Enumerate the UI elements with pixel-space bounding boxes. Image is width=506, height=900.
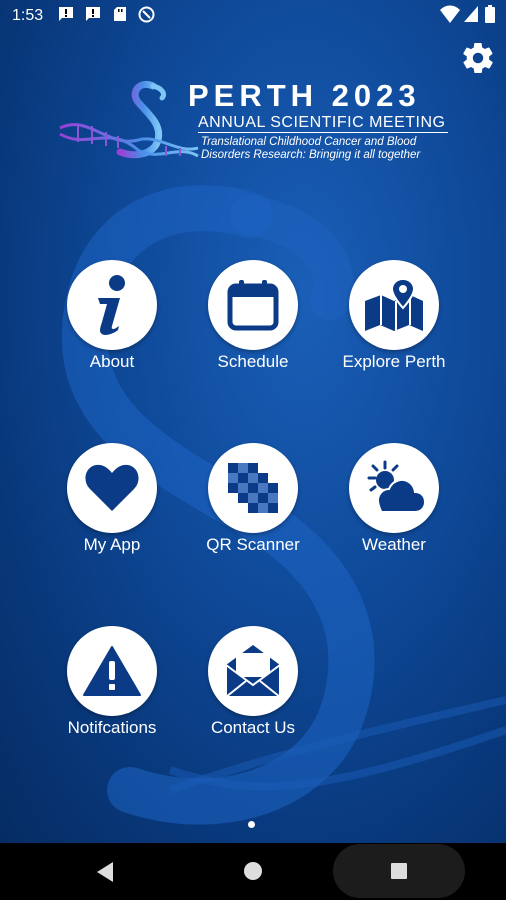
calendar-icon xyxy=(227,280,279,331)
about-button[interactable]: About xyxy=(37,260,187,390)
envelope-icon xyxy=(225,645,281,698)
logo-divider xyxy=(198,132,448,133)
notifications-circle xyxy=(67,626,157,716)
recents-button[interactable] xyxy=(390,862,408,880)
swan-logo-icon xyxy=(59,81,199,159)
qr-code-icon xyxy=(228,463,278,513)
contact-circle xyxy=(208,626,298,716)
status-time: 1:53 xyxy=(12,7,44,24)
weather-circle xyxy=(349,443,439,533)
back-button[interactable] xyxy=(95,861,115,883)
status-bar: 1:53 xyxy=(0,0,506,32)
message-notification-icon xyxy=(59,7,73,21)
contact-label: Contact Us xyxy=(210,718,296,737)
conference-logo: PERTH 2023 ANNUAL SCIENTIFIC MEETING Tra… xyxy=(58,78,458,170)
myapp-circle xyxy=(67,443,157,533)
info-icon xyxy=(98,275,125,335)
notifications-label: Notifcations xyxy=(67,718,157,737)
settings-button[interactable] xyxy=(460,40,496,76)
gear-icon xyxy=(463,42,493,74)
weather-icon xyxy=(367,460,425,513)
sd-card-icon xyxy=(114,7,126,21)
notifications-button[interactable]: Notifcations xyxy=(37,626,187,756)
logo-tagline-line1: Translational Childhood Cancer and Blood xyxy=(201,136,417,148)
page-indicator-dot xyxy=(248,821,255,828)
weather-button[interactable]: Weather xyxy=(319,443,469,573)
home-button[interactable] xyxy=(243,861,263,881)
schedule-button[interactable]: Schedule xyxy=(178,260,328,390)
logo-subtitle: ANNUAL SCIENTIFIC MEETING xyxy=(198,114,446,131)
map-pin-icon xyxy=(365,277,423,331)
qr-circle xyxy=(208,443,298,533)
cellular-signal-icon xyxy=(464,6,478,22)
about-circle xyxy=(67,260,157,350)
my-app-button[interactable]: My App xyxy=(37,443,187,573)
weather-label: Weather xyxy=(362,535,426,554)
battery-icon xyxy=(485,5,495,23)
wifi-icon xyxy=(440,5,460,23)
logo-tagline: Translational Childhood Cancer and Blood… xyxy=(201,136,420,162)
message-notification-icon-2 xyxy=(86,7,100,21)
qr-label: QR Scanner xyxy=(206,535,300,554)
about-label: About xyxy=(89,352,135,371)
data-saver-icon xyxy=(138,6,155,23)
qr-scanner-button[interactable]: QR Scanner xyxy=(178,443,328,573)
system-navigation-bar xyxy=(0,843,506,900)
logo-tagline-line2: Disorders Research: Bringing it all toge… xyxy=(201,149,421,161)
warning-icon xyxy=(83,646,141,696)
heart-icon xyxy=(85,464,139,511)
explore-circle xyxy=(349,260,439,350)
schedule-circle xyxy=(208,260,298,350)
explore-label: Explore Perth xyxy=(342,352,446,371)
explore-perth-button[interactable]: Explore Perth xyxy=(319,260,469,390)
myapp-label: My App xyxy=(83,535,141,554)
contact-us-button[interactable]: Contact Us xyxy=(178,626,328,756)
logo-title: PERTH 2023 xyxy=(188,78,421,113)
schedule-label: Schedule xyxy=(217,352,289,371)
